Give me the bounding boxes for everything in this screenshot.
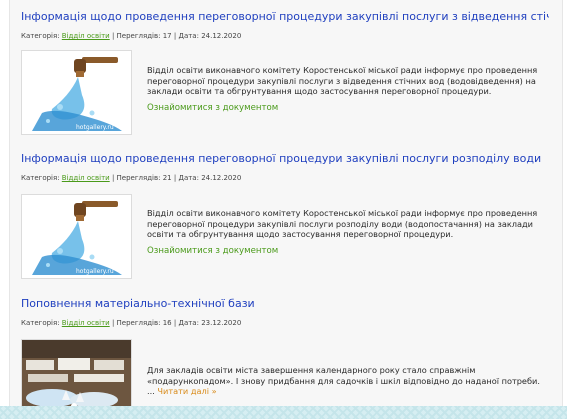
news-item: Поповнення матеріально-технічної бази Ка… — [21, 297, 549, 413]
article-meta: Категорія: Відділ освіти | Переглядів: 1… — [21, 319, 242, 327]
article-summary: Відділ освіти виконавчого комітету Корос… — [147, 208, 549, 256]
faucet-water-thumbnail[interactable]: hotgallery.ru — [21, 194, 132, 279]
open-document-link[interactable]: Ознайомитися з документом — [147, 103, 549, 114]
article-title-link[interactable]: Інформація щодо проведення переговорної … — [21, 10, 549, 30]
category-link[interactable]: Відділ освіти — [62, 174, 110, 182]
read-more-link[interactable]: Читати далі » — [157, 386, 216, 396]
article-summary: Для закладів освіти міста завершення кал… — [147, 365, 540, 396]
article-summary: Відділ освіти виконавчого комітету Корос… — [147, 65, 549, 113]
category-link[interactable]: Відділ освіти — [62, 32, 110, 40]
equipment-image — [22, 340, 131, 412]
faucet-image: hotgallery.ru — [22, 195, 131, 278]
article-meta: Категорія: Відділ освіти | Переглядів: 1… — [21, 32, 242, 40]
open-document-link[interactable]: Ознайомитися з документом — [147, 246, 549, 257]
news-item: Інформація щодо проведення переговорної … — [21, 152, 549, 279]
svg-text:hotgallery.ru: hotgallery.ru — [76, 124, 114, 131]
decorative-footer-strip — [0, 406, 567, 419]
equipment-thumbnail[interactable] — [21, 339, 132, 413]
article-title-link[interactable]: Поповнення матеріально-технічної бази — [21, 297, 549, 317]
news-item: Інформація щодо проведення переговорної … — [21, 10, 549, 135]
article-meta: Категорія: Відділ освіти | Переглядів: 2… — [21, 174, 242, 182]
category-link[interactable]: Відділ освіти — [62, 319, 110, 327]
faucet-image: hotgallery.ru — [22, 51, 131, 134]
article-title-link[interactable]: Інформація щодо проведення переговорної … — [21, 152, 549, 172]
svg-text:hotgallery.ru: hotgallery.ru — [76, 268, 114, 275]
faucet-water-thumbnail[interactable]: hotgallery.ru — [21, 50, 132, 135]
